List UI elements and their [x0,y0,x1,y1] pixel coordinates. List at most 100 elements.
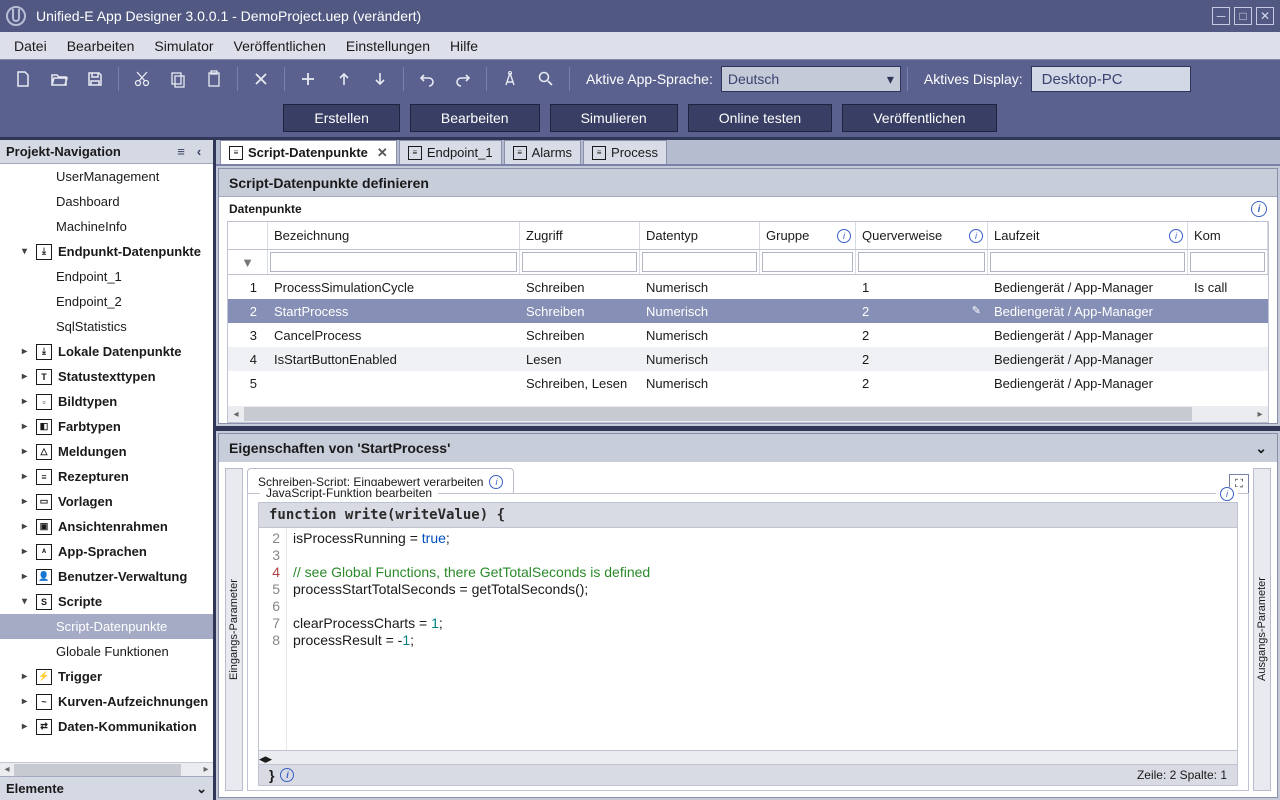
menu-datei[interactable]: Datei [4,34,57,58]
col-zugriff[interactable]: Zugriff [520,222,640,249]
tree-item[interactable]: ▸~Kurven-Aufzeichnungen [0,689,213,714]
display-value: Desktop-PC [1031,66,1191,92]
editor-tab[interactable]: ≡Process [583,140,667,164]
undo-icon[interactable] [410,65,444,93]
code-editor[interactable]: 2345678 isProcessRunning = true; // see … [258,528,1238,751]
editor-tab[interactable]: ≡Endpoint_1 [399,140,502,164]
table-row[interactable]: 2StartProcessSchreibenNumerisch2✎Bedieng… [228,299,1268,323]
project-tree[interactable]: UserManagementDashboardMachineInfo▾⤓Endp… [0,164,213,762]
filter-icon[interactable]: ▼ [228,250,268,274]
tree-item[interactable]: Dashboard [0,189,213,214]
sidebar: Projekt-Navigation ≡ ‹ UserManagementDas… [0,140,216,800]
compass-icon[interactable] [493,65,527,93]
tree-item[interactable]: Endpoint_2 [0,289,213,314]
info-icon[interactable]: i [1220,487,1234,501]
tree-item[interactable]: ▸⇄Daten-Kommunikation [0,714,213,739]
copy-icon[interactable] [161,65,195,93]
col-datentyp[interactable]: Datentyp [640,222,760,249]
filter-type[interactable] [642,252,757,272]
action-bearbeiten[interactable]: Bearbeiten [410,104,540,132]
search-icon[interactable] [529,65,563,93]
editor-subtitle: Datenpunkte i [219,197,1277,221]
menu-simulator[interactable]: Simulator [144,34,223,58]
table-row[interactable]: 3CancelProcessSchreibenNumerisch2Bedieng… [228,323,1268,347]
tree-item[interactable]: ▸ᴬApp-Sprachen [0,539,213,564]
filter-access[interactable] [522,252,637,272]
tree-item[interactable]: SqlStatistics [0,314,213,339]
display-label: Aktives Display: [924,71,1023,87]
menu-hilfe[interactable]: Hilfe [440,34,488,58]
arrow-down-icon[interactable] [363,65,397,93]
action-veroeffentlichen[interactable]: Veröffentlichen [842,104,996,132]
maximize-button[interactable]: □ [1234,7,1252,25]
nav-menu-icon[interactable]: ≡ [173,144,189,160]
tree-item[interactable]: ▾⤓Endpunkt-Datenpunkte [0,239,213,264]
save-icon[interactable] [78,65,112,93]
properties-header: Eigenschaften von 'StartProcess' ⌄ [219,434,1277,462]
tree-item[interactable]: ▸👤Benutzer-Verwaltung [0,564,213,589]
filter-runtime[interactable] [990,252,1185,272]
horizontal-splitter[interactable] [216,426,1280,431]
language-select[interactable]: Deutsch [721,66,901,92]
col-bezeichnung[interactable]: Bezeichnung [268,222,520,249]
add-icon[interactable] [291,65,325,93]
properties-panel: Eigenschaften von 'StartProcess' ⌄ Einga… [218,433,1278,798]
grid-hscroll[interactable]: ◂▸ [228,406,1268,422]
menu-veroeffentlichen[interactable]: Veröffentlichen [224,34,336,58]
elements-expand-icon[interactable]: ⌄ [196,781,207,797]
paste-icon[interactable] [197,65,231,93]
input-params-tab[interactable]: Eingangs-Parameter [225,468,243,791]
tree-hscroll[interactable]: ◂▸ [0,762,213,776]
output-params-tab[interactable]: Ausgangs-Parameter [1253,468,1271,791]
tree-item[interactable]: Globale Funktionen [0,639,213,664]
action-online-testen[interactable]: Online testen [688,104,833,132]
filter-name[interactable] [270,252,517,272]
filter-xref[interactable] [858,252,985,272]
tree-item[interactable]: ▸▣Ansichtenrahmen [0,514,213,539]
info-icon[interactable]: i [280,768,294,782]
col-gruppe[interactable]: Gruppei [760,222,856,249]
editor-tab[interactable]: ≡Alarms [504,140,581,164]
filter-group[interactable] [762,252,853,272]
properties-collapse-icon[interactable]: ⌄ [1255,440,1267,457]
tree-item[interactable]: ▸⚡Trigger [0,664,213,689]
delete-icon[interactable] [244,65,278,93]
table-row[interactable]: 5Schreiben, LesenNumerisch2Bediengerät /… [228,371,1268,395]
tree-item[interactable]: ▾SScripte [0,589,213,614]
arrow-up-icon[interactable] [327,65,361,93]
info-icon[interactable]: i [1251,201,1267,217]
tree-item[interactable]: ▸⤓Lokale Datenpunkte [0,339,213,364]
action-erstellen[interactable]: Erstellen [283,104,399,132]
menubar: Datei Bearbeiten Simulator Veröffentlich… [0,32,1280,60]
tree-item[interactable]: ▸TStatustexttypen [0,364,213,389]
tree-item[interactable]: ▸△Meldungen [0,439,213,464]
col-kommentar[interactable]: Kom [1188,222,1268,249]
tree-item[interactable]: ▸▭Vorlagen [0,489,213,514]
filter-comment[interactable] [1190,252,1265,272]
tree-item[interactable]: MachineInfo [0,214,213,239]
redo-icon[interactable] [446,65,480,93]
new-file-icon[interactable] [6,65,40,93]
tree-item[interactable]: ▸◧Farbtypen [0,414,213,439]
editor-tab[interactable]: ≡Script-Datenpunkte✕ [220,140,397,164]
tree-item[interactable]: Script-Datenpunkte [0,614,213,639]
tree-item[interactable]: Endpoint_1 [0,264,213,289]
code-hscroll[interactable]: ◂▸ [258,751,1238,765]
menu-einstellungen[interactable]: Einstellungen [336,34,440,58]
table-row[interactable]: 1ProcessSimulationCycleSchreibenNumerisc… [228,275,1268,299]
tab-close-icon[interactable]: ✕ [377,145,388,161]
tree-item[interactable]: ▸≡Rezepturen [0,464,213,489]
action-simulieren[interactable]: Simulieren [550,104,678,132]
close-button[interactable]: ✕ [1256,7,1274,25]
table-row[interactable]: 4IsStartButtonEnabledLesenNumerisch2Bedi… [228,347,1268,371]
open-folder-icon[interactable] [42,65,76,93]
tree-item[interactable]: ▸▫Bildtypen [0,389,213,414]
nav-collapse-icon[interactable]: ‹ [191,144,207,160]
cut-icon[interactable] [125,65,159,93]
col-laufzeit[interactable]: Laufzeiti [988,222,1188,249]
tree-item[interactable]: UserManagement [0,164,213,189]
fieldset-legend: JavaScript-Funktion bearbeiten [260,486,438,500]
menu-bearbeiten[interactable]: Bearbeiten [57,34,145,58]
minimize-button[interactable]: ─ [1212,7,1230,25]
col-querverweise[interactable]: Querverweisei [856,222,988,249]
